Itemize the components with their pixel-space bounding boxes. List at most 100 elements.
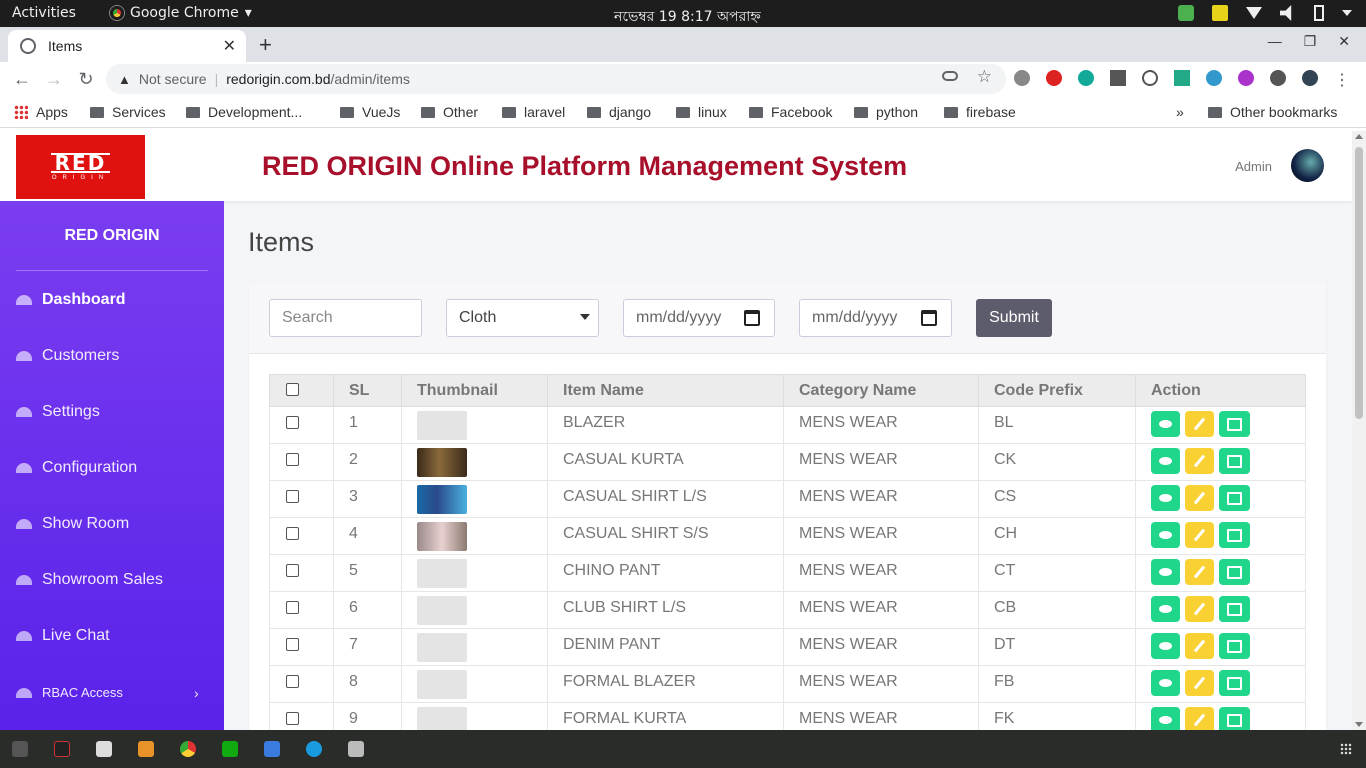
item-thumbnail[interactable] (417, 522, 467, 551)
bookmark-apps[interactable]: Apps (14, 104, 68, 120)
row-checkbox[interactable] (286, 675, 299, 688)
row-checkbox[interactable] (286, 527, 299, 540)
move-icon[interactable] (1110, 70, 1126, 86)
view-button[interactable] (1151, 559, 1180, 585)
edit-button[interactable] (1185, 485, 1214, 511)
view-button[interactable] (1151, 596, 1180, 622)
column-header-code-prefix[interactable]: Code Prefix (978, 374, 1136, 407)
chrome-icon[interactable] (180, 741, 196, 757)
feather-icon[interactable] (1238, 70, 1254, 86)
column-header-category[interactable]: Category Name (783, 374, 979, 407)
row-checkbox[interactable] (286, 712, 299, 725)
row-checkbox[interactable] (286, 490, 299, 503)
page-scrollbar[interactable] (1352, 131, 1366, 730)
calendar-icon[interactable] (921, 310, 937, 326)
image-button[interactable] (1219, 670, 1250, 696)
item-thumbnail[interactable] (417, 559, 467, 588)
tab-items[interactable]: Items ✕ (8, 30, 246, 62)
kebab-menu-icon[interactable]: ⋮ (1334, 70, 1350, 89)
new-tab-button[interactable]: + (259, 32, 272, 58)
minimize-icon[interactable]: — (1268, 33, 1282, 50)
sidebar-item-rbac-access[interactable]: RBAC Access › (16, 685, 199, 701)
terminal-icon[interactable] (12, 741, 28, 757)
close-window-icon[interactable]: ✕ (1338, 33, 1350, 50)
sidebar-item-configuration[interactable]: Configuration (16, 459, 137, 477)
view-button[interactable] (1151, 707, 1180, 730)
sidebar-item-live-chat[interactable]: Live Chat (16, 627, 110, 645)
row-checkbox[interactable] (286, 453, 299, 466)
wifi-icon[interactable] (1246, 7, 1262, 19)
image-button[interactable] (1219, 485, 1250, 511)
bookmark-folder[interactable]: django (587, 104, 651, 120)
item-thumbnail[interactable] (417, 633, 467, 662)
pycharm-icon[interactable] (222, 741, 238, 757)
editor-icon[interactable] (264, 741, 280, 757)
forward-icon[interactable]: → (38, 69, 70, 90)
bookmark-folder[interactable]: Facebook (749, 104, 832, 120)
image-button[interactable] (1219, 596, 1250, 622)
scroll-down-icon[interactable] (1355, 722, 1363, 727)
row-checkbox[interactable] (286, 564, 299, 577)
url-host[interactable]: redorigin.com.bd (226, 71, 330, 87)
item-thumbnail[interactable] (417, 411, 467, 440)
view-button[interactable] (1151, 448, 1180, 474)
image-button[interactable] (1219, 448, 1250, 474)
date-to-input[interactable]: mm/dd/yyyy (799, 299, 952, 337)
sidebar-item-showroom-sales[interactable]: Showroom Sales (16, 571, 163, 589)
address-bar[interactable]: ▲ Not secure | redorigin.com.bd/admin/it… (106, 64, 1006, 94)
row-checkbox[interactable] (286, 416, 299, 429)
chevron-down-icon[interactable] (1342, 10, 1352, 16)
image-button[interactable] (1219, 633, 1250, 659)
edit-button[interactable] (1185, 411, 1214, 437)
view-button[interactable] (1151, 411, 1180, 437)
clock[interactable]: নভেম্বর 19 8:17 অপরাহ্ন (614, 5, 761, 29)
profile-icon[interactable] (1302, 70, 1318, 86)
not-secure-label[interactable]: Not secure (139, 71, 207, 87)
item-thumbnail[interactable] (417, 596, 467, 625)
back-icon[interactable]: ← (6, 69, 38, 90)
bookmark-folder[interactable]: laravel (502, 104, 565, 120)
user-name[interactable]: Admin (1235, 159, 1272, 174)
edit-button[interactable] (1185, 522, 1214, 548)
skype-icon[interactable] (306, 741, 322, 757)
edit-button[interactable] (1185, 633, 1214, 659)
bookmark-folder[interactable]: linux (676, 104, 727, 120)
brand-logo[interactable]: RED ORIGIN (16, 135, 145, 199)
image-viewer-icon[interactable] (348, 741, 364, 757)
view-button[interactable] (1151, 522, 1180, 548)
category-select[interactable]: Cloth (446, 299, 599, 337)
star-icon[interactable]: ☆ (977, 67, 992, 87)
scroll-up-icon[interactable] (1355, 134, 1363, 139)
sidebar-item-show-room[interactable]: Show Room (16, 515, 129, 533)
edit-button[interactable] (1185, 707, 1214, 730)
key-icon[interactable] (942, 71, 958, 81)
edit-button[interactable] (1185, 448, 1214, 474)
select-all-checkbox[interactable] (286, 382, 299, 396)
bookmark-folder[interactable]: firebase (944, 104, 1016, 120)
code-icon[interactable] (1142, 70, 1158, 86)
activities-button[interactable]: Activities (12, 5, 76, 21)
system-tray[interactable] (1178, 5, 1352, 21)
vue-icon[interactable] (1174, 70, 1190, 86)
item-thumbnail[interactable] (417, 707, 467, 730)
item-thumbnail[interactable] (417, 448, 467, 477)
column-header-item-name[interactable]: Item Name (547, 374, 784, 407)
sidebar-item-dashboard[interactable]: Dashboard (16, 291, 126, 309)
warning-icon[interactable]: ▲ (118, 72, 131, 87)
camera-icon[interactable] (1014, 70, 1030, 86)
sidebar-item-settings[interactable]: Settings (16, 403, 100, 421)
url-path[interactable]: /admin/items (331, 71, 410, 87)
sublime-icon[interactable] (138, 741, 154, 757)
calendar-icon[interactable] (744, 310, 760, 326)
puzzle-icon[interactable] (1270, 70, 1286, 86)
bookmark-folder[interactable]: VueJs (340, 104, 400, 120)
show-apps-icon[interactable] (1340, 743, 1352, 755)
app-menu[interactable]: Google Chrome ▾ (110, 5, 252, 21)
image-button[interactable] (1219, 522, 1250, 548)
view-button[interactable] (1151, 670, 1180, 696)
notes-icon[interactable] (1212, 5, 1228, 21)
files-icon[interactable] (96, 741, 112, 757)
close-tab-icon[interactable]: ✕ (223, 36, 236, 56)
reload-icon[interactable]: ↻ (70, 69, 102, 90)
volume-icon[interactable] (1280, 5, 1292, 21)
